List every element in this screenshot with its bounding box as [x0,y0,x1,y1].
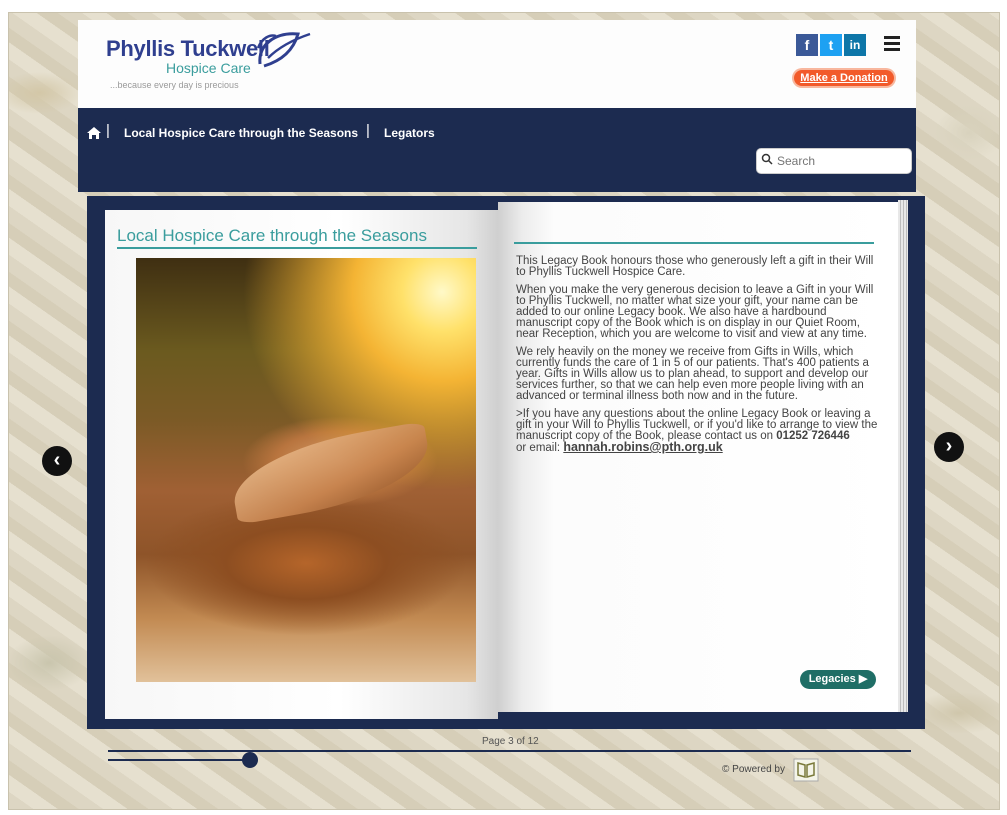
nav-divider: | [106,122,110,139]
search-box [756,148,912,174]
legacy-text: This Legacy Book honours those who gener… [516,255,880,454]
text-top-rule [514,242,874,244]
logo-subtitle[interactable]: Hospice Care [166,60,251,76]
chevron-left-icon[interactable]: ‹ [42,446,72,476]
home-icon[interactable] [86,126,102,140]
nav-divider: | [366,122,370,139]
logo-tagline: ...because every day is precious [110,80,239,90]
title-underline [117,247,477,249]
facebook-icon[interactable]: f [796,34,818,56]
book-logo-icon[interactable] [793,758,819,782]
search-input[interactable] [775,151,909,171]
page-slider-thumb[interactable] [242,752,258,768]
book-page-edge [898,200,908,712]
hamburger-menu-icon[interactable] [884,36,900,54]
contact-paragraph: >If you have any questions about the onl… [516,408,880,454]
legacies-button[interactable]: Legacies ▶ [800,670,876,689]
site-header: Phyllis Tuckwell Hospice Care ...because… [78,20,916,108]
paragraph: We rely heavily on the money we receive … [516,346,869,402]
chevron-right-icon[interactable]: › [934,432,964,462]
nav-item-seasons[interactable]: Local Hospice Care through the Seasons [124,126,358,140]
nav-item-legators[interactable]: Legators [384,126,435,140]
legacies-label: Legacies [808,673,856,685]
donate-button[interactable]: Make a Donation [794,70,894,86]
search-icon [761,153,773,165]
play-icon: ▶ [858,673,868,685]
logo-leaf-icon [256,32,311,68]
copyright-icon: © [722,764,730,775]
page-indicator: Page 3 of 12 [482,736,539,747]
paragraph: This Legacy Book honours those who gener… [516,255,874,278]
powered-by-label: Powered by [732,764,785,775]
page-slider-fill [108,759,244,761]
linkedin-icon[interactable]: in [844,34,866,56]
twitter-icon[interactable]: t [820,34,842,56]
powered-by-text: © Powered by [722,764,785,775]
nav-bar: | Local Hospice Care through the Seasons… [78,108,916,192]
contact-phone: 01252 726446 [776,430,850,442]
contact-email-link[interactable]: hannah.robins@pth.org.uk [563,440,722,454]
paragraph: When you make the very generous decision… [516,284,874,340]
page-title: Local Hospice Care through the Seasons [117,226,427,245]
autumn-leaves-photo [136,258,476,682]
email-prefix: or email: [516,442,561,454]
logo-name[interactable]: Phyllis Tuckwell [106,36,270,62]
page-slider-track[interactable] [108,750,911,752]
